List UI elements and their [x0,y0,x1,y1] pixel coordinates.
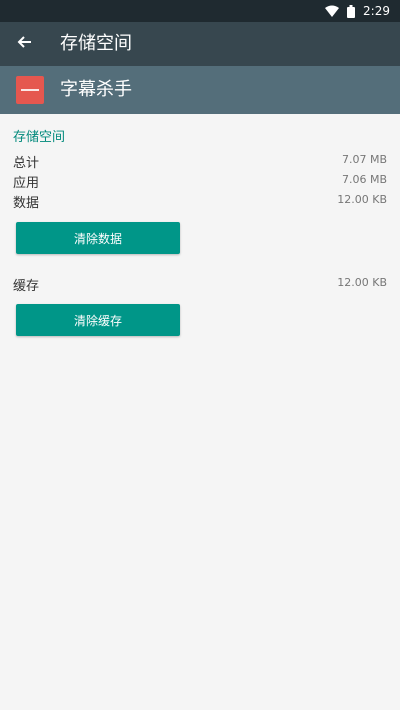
storage-row-app: 应用 7.06 MB [13,172,387,191]
battery-icon [347,4,356,18]
storage-content: 存储空间 总计 7.07 MB 应用 7.06 MB 数据 12.00 KB 清… [0,114,400,710]
storage-row-total: 总计 7.07 MB [13,152,387,171]
row-label: 数据 [13,196,40,211]
status-bar: 2:29 [0,0,400,22]
app-icon [16,76,44,104]
back-button[interactable] [6,26,42,62]
cache-value: 12.00 KB [337,276,387,289]
clear-cache-button[interactable]: 清除缓存 [16,304,180,336]
status-time: 2:29 [363,4,390,18]
section-title: 存储空间 [13,130,66,145]
storage-row-data: 数据 12.00 KB [13,192,387,211]
row-label: 总计 [13,156,40,171]
wifi-icon [325,5,340,17]
cache-label: 缓存 [13,279,40,294]
row-value: 12.00 KB [337,193,387,206]
app-icon-bar [21,89,39,91]
row-label: 应用 [13,176,40,191]
app-bar: 存储空间 [0,22,400,66]
app-header: 字幕杀手 [0,66,400,114]
clear-data-button[interactable]: 清除数据 [16,222,180,254]
page-title: 存储空间 [60,33,132,54]
row-value: 7.07 MB [341,153,387,166]
row-value: 7.06 MB [341,173,387,186]
app-name: 字幕杀手 [60,79,132,100]
cache-row: 缓存 12.00 KB [13,275,387,294]
status-icons: 2:29 [325,2,390,20]
arrow-back-icon [16,34,32,54]
